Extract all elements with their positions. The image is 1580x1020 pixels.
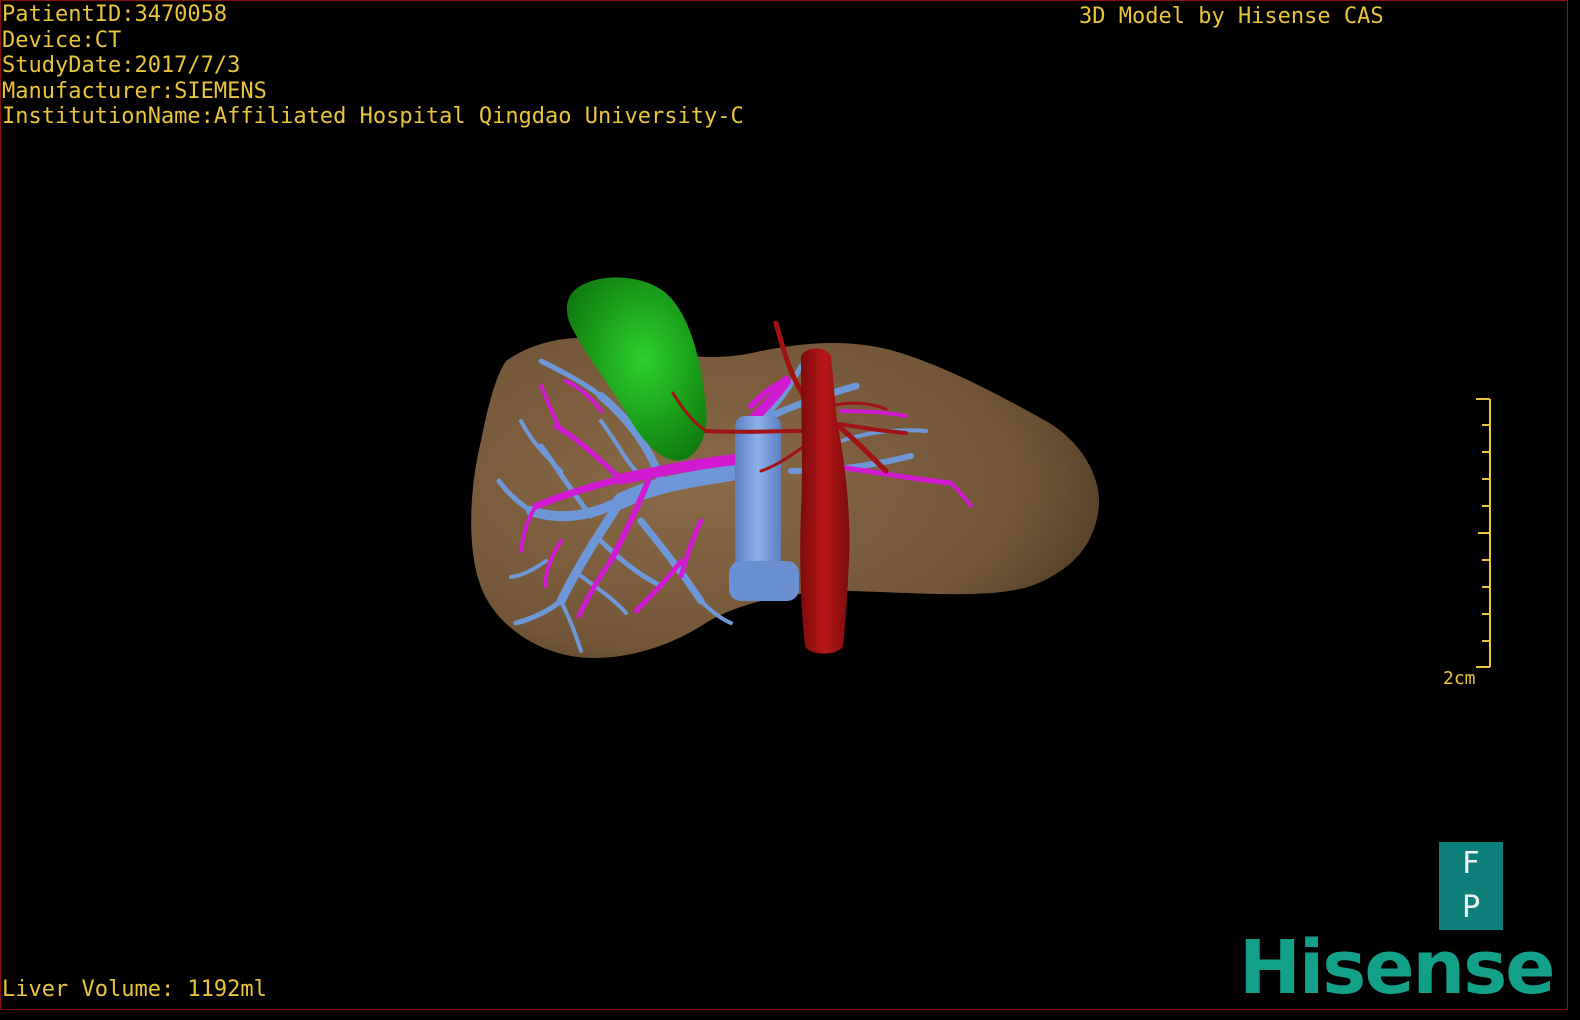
patient-id-text: PatientID:3470058 <box>2 2 228 27</box>
liver-3d-model[interactable] <box>1 1 1567 1009</box>
orientation-bottom-letter: P <box>1461 890 1481 925</box>
liver-volume-text: Liver Volume: 1192ml <box>2 977 267 1002</box>
device-text: Device:CT <box>2 27 122 53</box>
model-credit-text: 3D Model by Hisense CAS <box>1079 4 1384 29</box>
institution-name-text: InstitutionName:Affiliated Hospital Qing… <box>2 104 744 129</box>
3d-viewport[interactable]: PatientID:3470058 Device:CT StudyDate:20… <box>0 0 1568 1010</box>
orientation-top-letter: F <box>1462 846 1480 881</box>
scale-bar <box>1476 398 1491 668</box>
orientation-indicator[interactable]: F P <box>1439 842 1503 930</box>
study-date-text: StudyDate:2017/7/3 <box>2 53 241 78</box>
study-info-overlay: PatientID:3470058 Device:CT StudyDate:20… <box>2 2 744 130</box>
scale-bar-label: 2cm <box>1443 668 1476 689</box>
ivc-lower-ring <box>729 561 799 601</box>
manufacturer-text: Manufacturer:SIEMENS <box>2 78 267 104</box>
hisense-logo: Hisense <box>1239 925 1555 1010</box>
